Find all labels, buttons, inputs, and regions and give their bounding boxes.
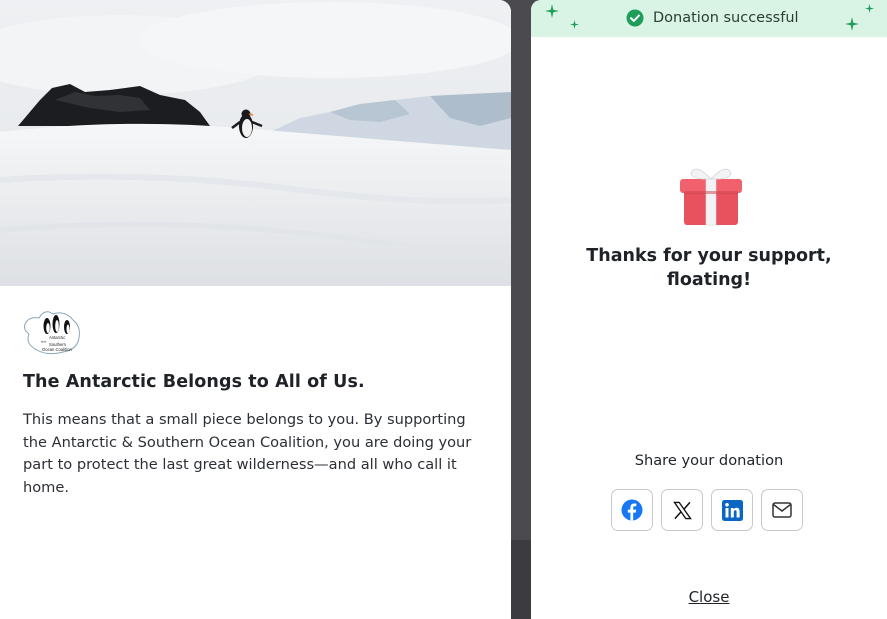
- logo-text-line-2: and: [41, 340, 46, 344]
- logo-text-line-4: Ocean Coalition: [42, 347, 72, 352]
- x-icon: [672, 501, 692, 519]
- mail-icon: [772, 502, 792, 518]
- gift-icon: [680, 168, 742, 226]
- campaign-card: Antarctic and Southern Ocean Coalition T…: [0, 0, 511, 619]
- sparkle-icon: [845, 17, 859, 31]
- thanks-message: Thanks for your support, floating!: [586, 246, 832, 290]
- campaign-title: The Antarctic Belongs to All of Us.: [23, 372, 365, 392]
- sparkle-icon: [570, 20, 579, 29]
- share-linkedin-button[interactable]: [711, 489, 753, 531]
- share-x-button[interactable]: [661, 489, 703, 531]
- penguins-logo-icon: Antarctic and Southern Ocean Coalition: [24, 311, 80, 355]
- check-circle-icon: [626, 9, 644, 27]
- hero-image: [0, 0, 511, 286]
- hero-illustration: [0, 0, 511, 286]
- modal-backdrop: [511, 0, 531, 619]
- donation-confirmation-panel: Donation successful Thanks for your supp…: [531, 0, 887, 619]
- share-buttons: [611, 489, 803, 531]
- linkedin-icon: [721, 499, 743, 521]
- campaign-description: This means that a small piece belongs to…: [23, 411, 472, 496]
- success-banner: Donation successful: [531, 0, 887, 37]
- facebook-icon: [621, 499, 643, 521]
- sparkle-icon: [545, 4, 559, 18]
- organization-logo: Antarctic and Southern Ocean Coalition: [23, 306, 83, 356]
- close-link[interactable]: Close: [531, 588, 887, 606]
- share-label: Share your donation: [634, 452, 784, 469]
- logo-text-line-1: Antarctic: [49, 335, 65, 340]
- sparkle-icon: [865, 4, 874, 13]
- share-facebook-button[interactable]: [611, 489, 653, 531]
- share-email-button[interactable]: [761, 489, 803, 531]
- success-message: Donation successful: [653, 10, 799, 26]
